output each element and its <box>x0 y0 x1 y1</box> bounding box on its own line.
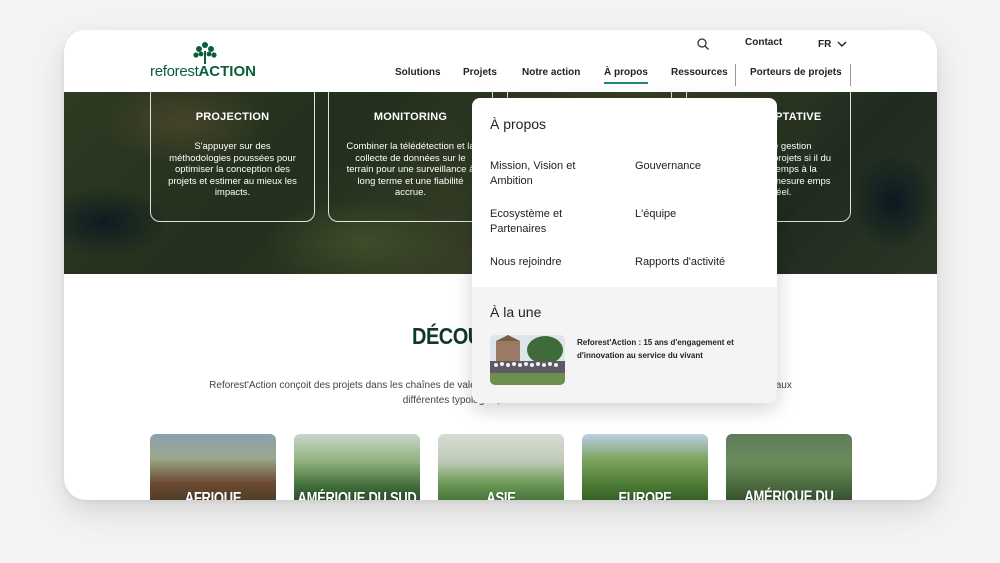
region-card-amerique-du-nord[interactable]: AMÉRIQUE DU NORD <box>726 434 852 500</box>
dropdown-link-rapports[interactable]: Rapports d'activité <box>635 255 725 270</box>
chevron-down-icon <box>837 41 847 47</box>
a-propos-dropdown: À propos Mission, Vision et Ambition Gou… <box>472 98 777 403</box>
nav-notre-action[interactable]: Notre action <box>522 67 580 78</box>
card-text: Combiner la télédétection et la collecte… <box>346 141 475 198</box>
nav-a-propos[interactable]: À propos <box>604 67 648 84</box>
region-label: ASIE <box>486 488 516 501</box>
card-title: PROJECTION <box>195 111 270 123</box>
card-text: S'appuyer sur des méthodologies poussées… <box>168 141 297 198</box>
region-card-amerique-du-sud[interactable]: AMÉRIQUE DU SUD <box>294 434 420 500</box>
feature-card: PROJECTION S'appuyer sur des méthodologi… <box>150 92 315 222</box>
search-icon[interactable] <box>697 37 711 51</box>
section-text-left: Reforest'Action conçoit des projets dans… <box>209 380 493 391</box>
logo-text: reforestACTION <box>150 63 256 80</box>
nav-divider <box>850 64 851 86</box>
dropdown-link-ecosysteme[interactable]: Ecosystème et Partenaires <box>490 207 600 237</box>
region-label: AMÉRIQUE DU NORD <box>744 487 834 500</box>
language-label: FR <box>818 38 832 50</box>
nav-projets[interactable]: Projets <box>463 67 497 78</box>
dropdown-link-nous-rejoindre[interactable]: Nous rejoindre <box>490 255 562 270</box>
featured-thumbnail[interactable] <box>490 335 565 385</box>
logo[interactable]: reforestACTION <box>150 42 260 82</box>
region-label: EUROPE <box>618 488 672 501</box>
tree-logo-icon <box>193 42 217 64</box>
card-text: e gestion projets si il du temps à la me… <box>773 141 832 198</box>
nav-solutions[interactable]: Solutions <box>395 67 441 78</box>
nav-ressources[interactable]: Ressources <box>671 67 728 78</box>
card-title: MONITORING <box>373 111 448 123</box>
featured-section: À la une Reforest'Action: 15 ans d'enga… <box>472 287 777 403</box>
contact-link[interactable]: Contact <box>745 37 782 51</box>
dropdown-link-gouvernance[interactable]: Gouvernance <box>635 159 701 174</box>
language-selector[interactable]: FR <box>818 37 847 51</box>
region-card-asie[interactable]: ASIE <box>438 434 564 500</box>
card-title: APTATIVE <box>767 111 822 123</box>
site-header: reforestACTION Contact FR Solutions Proj… <box>64 30 937 92</box>
browser-frame: reforestACTION Contact FR Solutions Proj… <box>64 30 937 500</box>
region-card-afrique[interactable]: AFRIQUE <box>150 434 276 500</box>
region-label: AMÉRIQUE DU SUD <box>297 488 417 501</box>
region-label: AFRIQUE <box>184 488 242 501</box>
dropdown-title: À propos <box>490 116 547 132</box>
nav-porteurs-de-projets[interactable]: Porteurs de projets <box>750 67 842 78</box>
dropdown-link-mission[interactable]: Mission, Vision et Ambition <box>490 159 600 189</box>
dropdown-link-equipe[interactable]: L'équipe <box>635 207 676 222</box>
featured-article-link[interactable]: Reforest'Action : 15 ans d'engagement et… <box>577 336 757 362</box>
featured-title: À la une <box>490 304 542 320</box>
region-card-europe[interactable]: EUROPE <box>582 434 708 500</box>
nav-divider <box>735 64 736 86</box>
feature-card: MONITORING Combiner la télédétection et … <box>328 92 493 222</box>
